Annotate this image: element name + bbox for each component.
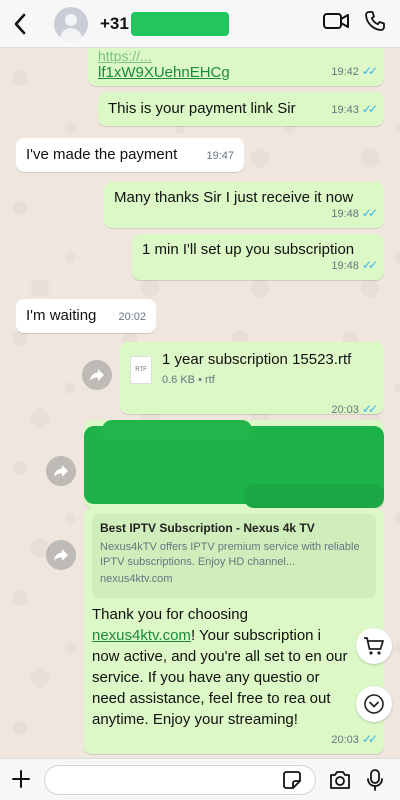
mic-icon[interactable] — [366, 768, 384, 797]
avatar[interactable] — [54, 6, 88, 41]
chat-header: +31 — [0, 0, 400, 48]
message-text: This is your payment link Sir — [108, 100, 296, 117]
forward-button[interactable] — [82, 360, 112, 390]
message-text: I've made the payment — [26, 146, 178, 163]
read-ticks-icon: ✓✓ — [361, 64, 378, 78]
file-name: 1 year subscription 15523.rtf — [162, 351, 352, 368]
message-time: 20:03 — [331, 404, 359, 416]
message-time: 19:48 — [331, 208, 359, 220]
message-text: I'm waiting — [26, 307, 97, 324]
forward-button[interactable] — [46, 456, 76, 486]
cart-button[interactable] — [356, 628, 392, 664]
redaction-scribble — [244, 484, 384, 508]
read-ticks-icon: ✓✓ — [361, 102, 378, 116]
message-bubble-redacted[interactable] — [84, 420, 384, 508]
forward-icon — [54, 549, 68, 561]
message-bubble-setup[interactable]: 1 min I'll set up you subscription 19:48… — [132, 234, 384, 280]
chat-area[interactable]: https://... lf1xW9XUehnEHCg 19:42 ✓✓ This… — [0, 48, 400, 758]
message-bubble-made-payment[interactable]: I've made the payment 19:47 — [16, 138, 244, 172]
read-ticks-icon: ✓✓ — [361, 258, 378, 272]
sticker-icon[interactable] — [282, 770, 302, 795]
contact-prefix: +31 — [100, 13, 129, 33]
file-rtf-icon: RTF — [130, 356, 152, 384]
phone-icon[interactable] — [364, 10, 386, 37]
file-meta: 0.6 KB • rtf — [162, 374, 215, 386]
forward-icon — [54, 465, 68, 477]
compose-bar — [0, 758, 400, 800]
message-link[interactable]: nexus4ktv.com — [92, 627, 191, 644]
message-bubble-payment-link[interactable]: This is your payment link Sir 19:43 ✓✓ — [98, 92, 384, 126]
message-bubble-file[interactable]: RTF 1 year subscription 15523.rtf 0.6 KB… — [120, 342, 384, 416]
forward-icon — [90, 369, 104, 381]
message-time: 19:48 — [331, 260, 359, 272]
link-preview-title: Best IPTV Subscription - Nexus 4k TV — [100, 521, 315, 535]
back-button[interactable] — [6, 0, 34, 48]
read-ticks-icon: ✓✓ — [361, 402, 378, 416]
message-bubble-link[interactable]: https://... lf1xW9XUehnEHCg 19:42 ✓✓ — [88, 48, 384, 86]
chevron-left-icon — [14, 13, 26, 34]
forward-button[interactable] — [46, 540, 76, 570]
message-bubble-thanks[interactable]: Many thanks Sir I just receive it now 19… — [104, 182, 384, 228]
redacted-contact-number — [130, 11, 229, 36]
camera-icon[interactable] — [328, 769, 352, 796]
link-preview-description: Nexus4kTV offers IPTV premium service wi… — [100, 541, 360, 568]
redaction-scribble — [102, 420, 252, 440]
message-bubble-final[interactable]: Best IPTV Subscription - Nexus 4k TV Nex… — [84, 508, 384, 754]
contact-name[interactable]: +31 — [100, 11, 229, 36]
message-text: Thank you for choosing nexus4ktv.com! Yo… — [92, 606, 348, 728]
read-ticks-icon: ✓✓ — [361, 732, 378, 746]
message-bubble-waiting[interactable]: I'm waiting 20:02 — [16, 299, 156, 333]
message-time: 19:47 — [206, 150, 234, 162]
plus-icon[interactable] — [10, 768, 32, 795]
file-attachment[interactable]: RTF 1 year subscription 15523.rtf 0.6 KB… — [130, 350, 374, 390]
scroll-down-button[interactable] — [356, 686, 392, 722]
message-time: 20:03 — [331, 734, 359, 746]
read-ticks-icon: ✓✓ — [361, 206, 378, 220]
cart-icon — [364, 637, 384, 655]
message-time: 20:02 — [118, 311, 146, 323]
link-preview-domain: nexus4ktv.com — [100, 573, 173, 585]
chevron-down-icon — [364, 694, 384, 714]
message-input[interactable] — [44, 765, 316, 795]
video-call-icon[interactable] — [322, 10, 350, 37]
message-time: 19:42 — [331, 66, 359, 78]
message-time: 19:43 — [331, 104, 359, 116]
link-preview[interactable]: Best IPTV Subscription - Nexus 4k TV Nex… — [92, 514, 376, 598]
